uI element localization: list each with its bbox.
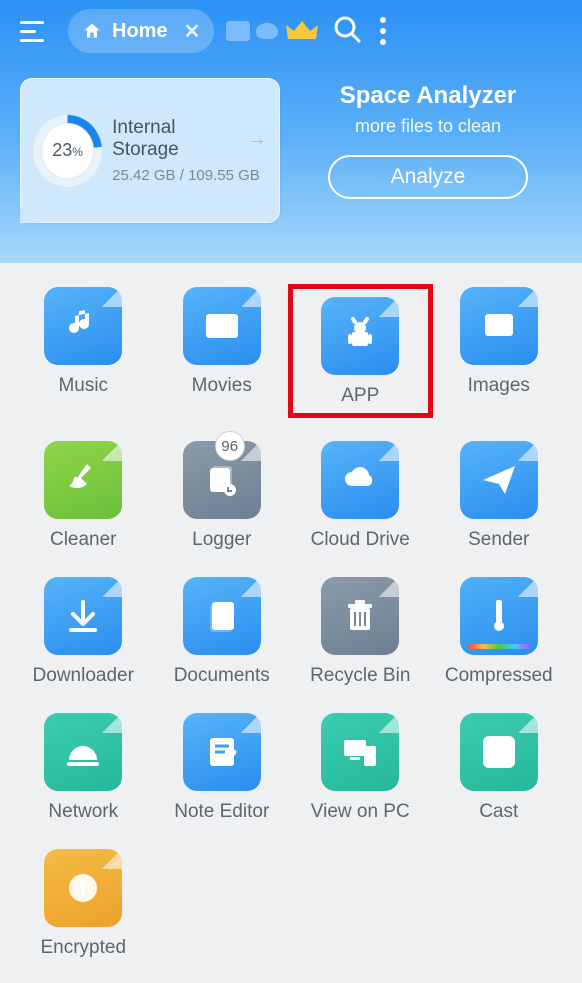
- app-icon: [321, 297, 399, 375]
- search-icon[interactable]: [332, 14, 362, 49]
- premium-crown-icon[interactable]: [286, 19, 318, 43]
- tile-label: Cleaner: [50, 529, 117, 551]
- tile-movies[interactable]: Movies: [153, 287, 292, 415]
- tile-app[interactable]: APP: [291, 287, 430, 415]
- analyzer-subtitle: more files to clean: [294, 116, 562, 137]
- home-icon: [82, 21, 102, 41]
- chevron-right-icon: →: [247, 128, 267, 151]
- tile-note-editor[interactable]: Note Editor: [153, 713, 292, 823]
- storage-usage-text: 25.42 GB / 109.55 GB: [112, 167, 267, 184]
- images-icon: [460, 287, 538, 365]
- movies-icon: [183, 287, 261, 365]
- tile-encrypted[interactable]: Encrypted: [14, 849, 153, 959]
- logger-icon: 96: [183, 441, 261, 519]
- menu-icon[interactable]: [12, 21, 52, 42]
- tab-home[interactable]: Home ✕: [68, 9, 214, 53]
- cloud-drive-icon: [321, 441, 399, 519]
- tile-downloader[interactable]: Downloader: [14, 577, 153, 687]
- window-icon[interactable]: [226, 21, 250, 41]
- tile-music[interactable]: Music: [14, 287, 153, 415]
- sender-icon: [460, 441, 538, 519]
- tile-label: Note Editor: [174, 801, 269, 823]
- downloader-icon: [44, 577, 122, 655]
- more-menu-icon[interactable]: [380, 17, 386, 45]
- note-editor-icon: [183, 713, 261, 791]
- tile-logger[interactable]: 96 Logger: [153, 441, 292, 551]
- cast-icon: [460, 713, 538, 791]
- tile-view-on-pc[interactable]: View on PC: [291, 713, 430, 823]
- documents-icon: [183, 577, 261, 655]
- tile-label: APP: [341, 385, 379, 407]
- compressed-icon: [460, 577, 538, 655]
- tile-sender[interactable]: Sender: [430, 441, 569, 551]
- tile-label: Encrypted: [40, 937, 126, 959]
- cloud-icon[interactable]: [256, 23, 278, 39]
- tile-label: View on PC: [311, 801, 410, 823]
- space-analyzer-panel: Space Analyzer more files to clean Analy…: [294, 78, 562, 199]
- tile-label: Documents: [174, 665, 270, 687]
- tile-label: Network: [48, 801, 118, 823]
- storage-percent: 23%: [52, 140, 83, 161]
- analyze-button[interactable]: Analyze: [328, 155, 528, 199]
- window-icons: [226, 21, 278, 41]
- tile-label: Cast: [479, 801, 518, 823]
- tab-close-icon[interactable]: ✕: [184, 19, 201, 44]
- tile-label: Recycle Bin: [310, 665, 410, 687]
- category-grid: Music Movies APP Images Cleaner: [0, 263, 582, 983]
- analyzer-title: Space Analyzer: [294, 82, 562, 110]
- recycle-bin-icon: [321, 577, 399, 655]
- tile-images[interactable]: Images: [430, 287, 569, 415]
- tile-label: Music: [58, 375, 108, 397]
- tile-label: Compressed: [445, 665, 553, 687]
- tab-label: Home: [112, 20, 168, 43]
- tile-compressed[interactable]: Compressed: [430, 577, 569, 687]
- music-icon: [44, 287, 122, 365]
- tile-label: Movies: [192, 375, 252, 397]
- tile-label: Images: [468, 375, 530, 397]
- tile-label: Logger: [192, 529, 251, 551]
- top-bar: Home ✕: [0, 0, 582, 62]
- tile-cleaner[interactable]: Cleaner: [14, 441, 153, 551]
- storage-usage-ring: 23%: [33, 115, 102, 187]
- storage-title: Internal Storage →: [112, 117, 267, 161]
- badge-count: 96: [215, 431, 245, 461]
- storage-card[interactable]: 23% Internal Storage → 25.42 GB / 109.55…: [20, 78, 280, 223]
- app-header: Home ✕ 23%: [0, 0, 582, 263]
- tile-recycle-bin[interactable]: Recycle Bin: [291, 577, 430, 687]
- tile-label: Cloud Drive: [311, 529, 410, 551]
- tile-documents[interactable]: Documents: [153, 577, 292, 687]
- tile-cloud-drive[interactable]: Cloud Drive: [291, 441, 430, 551]
- cleaner-icon: [44, 441, 122, 519]
- tile-cast[interactable]: Cast: [430, 713, 569, 823]
- tile-label: Sender: [468, 529, 529, 551]
- network-icon: [44, 713, 122, 791]
- tile-label: Downloader: [33, 665, 134, 687]
- encrypted-icon: [44, 849, 122, 927]
- view-on-pc-icon: [321, 713, 399, 791]
- tile-network[interactable]: Network: [14, 713, 153, 823]
